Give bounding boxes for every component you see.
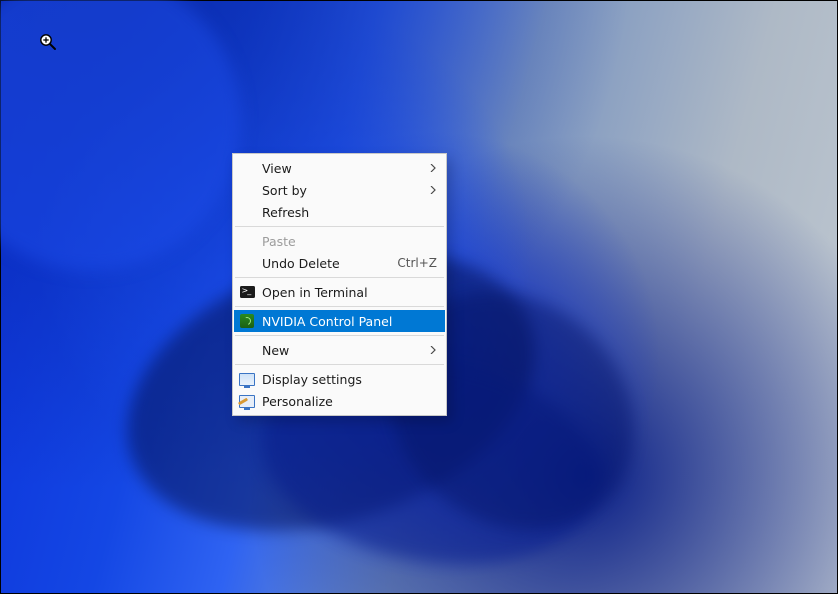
menu-item-label: View [262, 161, 437, 176]
personalize-icon [239, 393, 255, 409]
menu-item-nvidia-control-panel[interactable]: NVIDIA Control Panel [234, 310, 445, 332]
menu-item-paste: Paste [234, 230, 445, 252]
menu-separator [235, 364, 444, 365]
menu-item-shortcut: Ctrl+Z [397, 256, 437, 270]
menu-item-open-terminal[interactable]: Open in Terminal [234, 281, 445, 303]
menu-separator [235, 277, 444, 278]
chevron-right-icon [429, 164, 437, 172]
menu-item-personalize[interactable]: Personalize [234, 390, 445, 412]
monitor-icon [239, 371, 255, 387]
menu-item-sort-by[interactable]: Sort by [234, 179, 445, 201]
menu-item-refresh[interactable]: Refresh [234, 201, 445, 223]
menu-item-label: Sort by [262, 183, 437, 198]
menu-item-label: New [262, 343, 437, 358]
menu-item-undo-delete[interactable]: Undo Delete Ctrl+Z [234, 252, 445, 274]
menu-item-display-settings[interactable]: Display settings [234, 368, 445, 390]
menu-item-label: Personalize [262, 394, 437, 409]
menu-separator [235, 335, 444, 336]
menu-item-label: NVIDIA Control Panel [262, 314, 437, 329]
wallpaper-petal [0, 0, 241, 271]
menu-separator [235, 226, 444, 227]
menu-item-label: Display settings [262, 372, 437, 387]
nvidia-icon [239, 313, 255, 329]
menu-separator [235, 306, 444, 307]
desktop-context-menu: View Sort by Refresh Paste Undo Delete C… [232, 153, 447, 416]
menu-item-view[interactable]: View [234, 157, 445, 179]
menu-item-label: Paste [262, 234, 437, 249]
menu-item-label: Open in Terminal [262, 285, 437, 300]
chevron-right-icon [429, 346, 437, 354]
menu-item-new[interactable]: New [234, 339, 445, 361]
desktop-wallpaper[interactable]: View Sort by Refresh Paste Undo Delete C… [0, 0, 838, 594]
terminal-icon [239, 284, 255, 300]
chevron-right-icon [429, 186, 437, 194]
menu-item-label: Refresh [262, 205, 437, 220]
menu-item-label: Undo Delete [262, 256, 397, 271]
